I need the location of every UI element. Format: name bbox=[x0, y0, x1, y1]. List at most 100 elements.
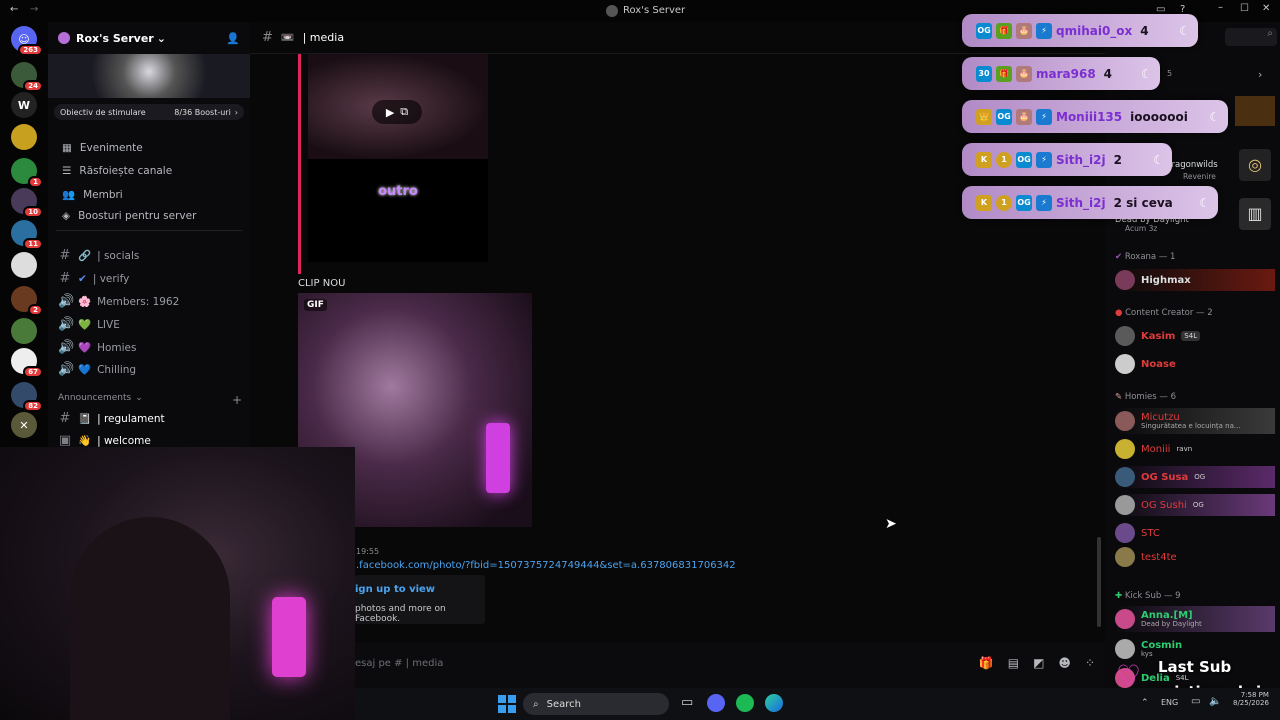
chevron-right-icon[interactable]: › bbox=[1258, 68, 1262, 81]
lamp-glow bbox=[486, 423, 510, 493]
back-arrow-icon[interactable]: ← bbox=[10, 4, 18, 15]
category-announcements[interactable]: Announcements ⌄ + bbox=[58, 393, 242, 407]
search-icon[interactable]: ⌕ bbox=[1225, 28, 1277, 46]
sticker-icon[interactable]: ◩ bbox=[1033, 656, 1044, 670]
role-header: ✎ Homies — 6 bbox=[1115, 392, 1176, 402]
avatar bbox=[1115, 547, 1135, 567]
task-view-icon[interactable]: ▭ bbox=[681, 695, 693, 710]
menu-browse-channels[interactable]: ☰ Răsfoiește canale bbox=[62, 165, 172, 177]
server-icon-9[interactable]: 67 bbox=[11, 348, 43, 378]
highlight-bar bbox=[298, 54, 301, 274]
member-row[interactable]: test4te bbox=[1115, 546, 1275, 568]
member-row[interactable]: Highmax bbox=[1115, 269, 1275, 291]
volume-icon[interactable]: 🔈 bbox=[1209, 696, 1221, 707]
server-icon-1[interactable]: 24 bbox=[11, 62, 43, 92]
server-icon-4[interactable]: 1 bbox=[11, 158, 43, 188]
channel-verify[interactable]: # ✔ | verify bbox=[58, 271, 243, 286]
member-row[interactable]: STC bbox=[1115, 522, 1275, 544]
forward-arrow-icon[interactable]: → bbox=[30, 4, 38, 15]
hash-icon: # bbox=[59, 271, 71, 286]
stream-alert: OG 🎁 🎂 ⚡ qmihai0_ox 4 ☾ bbox=[962, 14, 1198, 47]
close-button[interactable]: ✕ bbox=[1262, 3, 1270, 14]
member-row[interactable]: Moniii ravn bbox=[1115, 438, 1275, 460]
embed-title[interactable]: ign up to view bbox=[355, 584, 435, 595]
server-icon bbox=[606, 5, 618, 17]
server-icon-10[interactable]: 82 bbox=[11, 382, 43, 412]
server-icon-roxs[interactable]: 10 bbox=[11, 188, 43, 218]
unread-badge: 10 bbox=[23, 206, 43, 218]
server-name: Rox's Server bbox=[76, 31, 154, 45]
server-header[interactable]: Rox's Server ⌄ 👤 bbox=[48, 22, 250, 54]
member-row[interactable]: Micutzu Singurătatea e locuința na... bbox=[1115, 408, 1275, 434]
add-channel-icon[interactable]: + bbox=[232, 393, 242, 407]
blue-heart-icon: 💙 bbox=[78, 364, 92, 376]
member-row[interactable]: Anna.[M] Dead by Daylight bbox=[1115, 606, 1275, 632]
emoji-icon[interactable]: ☻ bbox=[1058, 656, 1071, 670]
server-icon-8[interactable] bbox=[11, 318, 37, 344]
server-icon-7[interactable]: 2 bbox=[11, 286, 43, 316]
edge-taskbar-icon[interactable] bbox=[765, 694, 783, 712]
boost-goal-bar[interactable]: Obiectiv de stimulare 8/36 Boost-uri › bbox=[54, 104, 244, 120]
gift-icon[interactable]: 🎁 bbox=[979, 656, 994, 670]
role-label: Content Creator — 2 bbox=[1125, 308, 1213, 318]
video-embed[interactable]: ▶ ⧉ outro bbox=[308, 54, 488, 262]
spotify-taskbar-icon[interactable] bbox=[736, 694, 754, 712]
crown-badge-icon: 👑 bbox=[976, 108, 992, 125]
add-member-icon[interactable]: 👤 bbox=[226, 32, 240, 45]
facebook-link[interactable]: .facebook.com/photo/?fbid=15073757247494… bbox=[356, 560, 736, 571]
alert-username: mara968 bbox=[1036, 66, 1096, 81]
minimize-button[interactable]: – bbox=[1218, 2, 1223, 13]
channel-live[interactable]: 🔊 💚 LIVE bbox=[58, 317, 243, 332]
server-icon-5[interactable]: 11 bbox=[11, 220, 43, 250]
menu-boosts[interactable]: ◈ Boosturi pentru server bbox=[62, 210, 196, 222]
apps-icon[interactable]: ⁘ bbox=[1085, 656, 1095, 670]
discord-taskbar-icon[interactable] bbox=[707, 694, 725, 712]
message-composer[interactable]: esaj pe # | media 🎁 ▤ ◩ ☻ ⁘ bbox=[355, 650, 1095, 676]
avatar bbox=[1115, 354, 1135, 374]
bolt-badge-icon: ⚡ bbox=[1036, 194, 1052, 211]
member-name: STC bbox=[1141, 527, 1160, 539]
menu-members[interactable]: 👥 Membri bbox=[62, 188, 123, 202]
server-icon-6[interactable] bbox=[11, 252, 37, 278]
network-icon[interactable]: ▭ bbox=[1191, 696, 1200, 707]
discord-home-icon[interactable]: ☺ 263 bbox=[11, 26, 43, 56]
wave-icon: 👋 bbox=[78, 435, 92, 447]
play-icon[interactable]: ▶ bbox=[386, 106, 394, 119]
tray-chevron-icon[interactable]: ⌃ bbox=[1141, 698, 1149, 708]
video-controls[interactable]: ▶ ⧉ bbox=[372, 100, 422, 124]
channel-regulament[interactable]: # 📓 | regulament bbox=[58, 411, 243, 426]
member-row[interactable]: Noase bbox=[1115, 353, 1275, 375]
server-icon-3[interactable] bbox=[11, 124, 37, 150]
channel-homies[interactable]: 🔊 💜 Homies bbox=[58, 340, 243, 355]
server-icon-2[interactable]: W bbox=[11, 92, 37, 118]
og-badge-icon: OG bbox=[976, 22, 992, 39]
open-external-icon[interactable]: ⧉ bbox=[400, 105, 408, 119]
role-header: ✔ Roxana — 1 bbox=[1115, 252, 1175, 262]
channel-name: | welcome bbox=[97, 434, 151, 447]
cake-badge-icon: 🎂 bbox=[1016, 22, 1032, 39]
channel-members-count[interactable]: 🔊 🌸 Members: 1962 bbox=[58, 294, 243, 309]
one-badge-icon: 1 bbox=[996, 194, 1012, 211]
member-row[interactable]: Kasim S4L bbox=[1115, 325, 1275, 347]
role-label: Homies — 6 bbox=[1124, 392, 1177, 402]
taskbar-search[interactable]: ⌕ Search bbox=[523, 693, 669, 715]
channel-welcome[interactable]: ▣ 👋 | welcome bbox=[58, 433, 243, 448]
activity-count: 5 bbox=[1167, 69, 1173, 78]
taskbar: ⌕ Search ▭ ⌃ ENG ▭ 🔈 7:58 PM 8/25/2026 bbox=[355, 688, 1280, 720]
member-row[interactable]: OG Sushi OG bbox=[1115, 494, 1275, 516]
scrollbar[interactable] bbox=[1097, 537, 1101, 627]
lamp-glow bbox=[272, 597, 306, 677]
gif-picker-icon[interactable]: ▤ bbox=[1008, 656, 1019, 670]
member-row[interactable]: OG Susa OG bbox=[1115, 466, 1275, 488]
channel-socials[interactable]: # 🔗 | socials bbox=[58, 248, 243, 263]
channel-chilling[interactable]: 🔊 💙 Chilling bbox=[58, 362, 243, 377]
clock[interactable]: 7:58 PM 8/25/2026 bbox=[1233, 691, 1269, 707]
channel-name: LIVE bbox=[97, 318, 120, 331]
menu-label: Membri bbox=[83, 188, 123, 201]
server-icon-11[interactable]: ✕ bbox=[11, 412, 37, 438]
maximize-button[interactable]: ☐ bbox=[1240, 3, 1249, 14]
windows-start-icon[interactable] bbox=[498, 695, 516, 713]
language-indicator[interactable]: ENG bbox=[1161, 698, 1178, 707]
gift-badge-icon: 🎁 bbox=[996, 22, 1012, 39]
menu-events[interactable]: ▦ Evenimente bbox=[62, 142, 143, 154]
